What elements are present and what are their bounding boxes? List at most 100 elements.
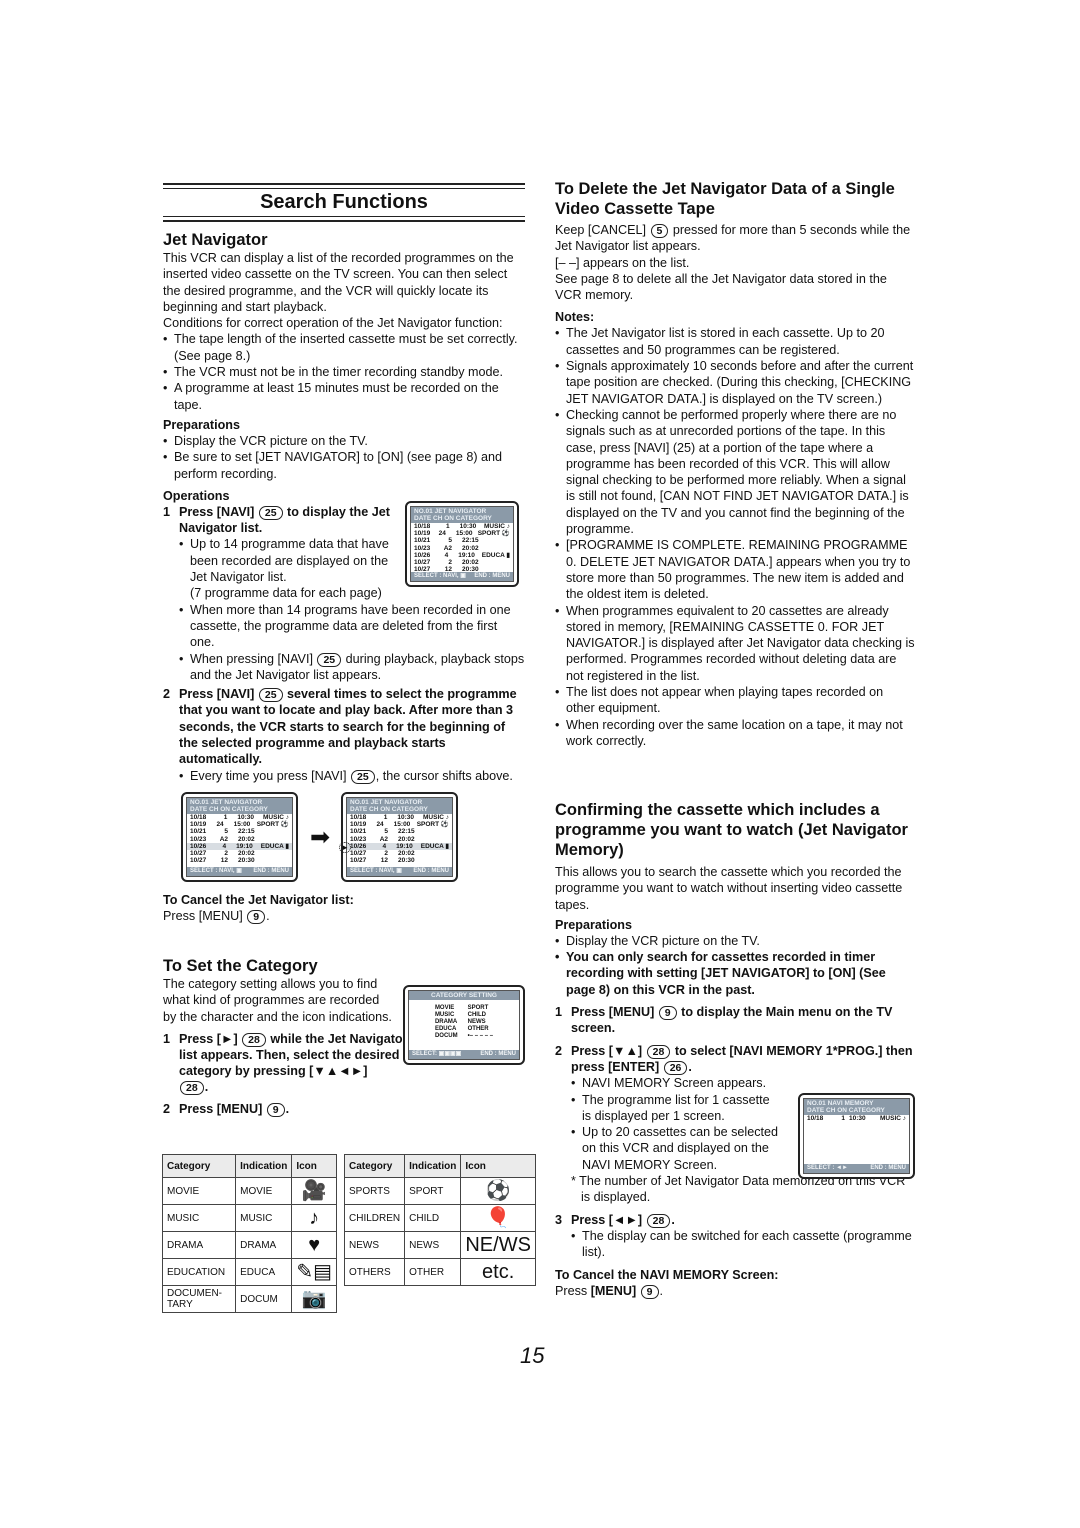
column-header: Indication: [235, 1154, 293, 1178]
category-options-left: MOVIE MUSIC DRAMA EDUCA DOCUM: [435, 1005, 458, 1040]
screen-row: 10/19 24 15:00 SPORT ⚽: [187, 821, 292, 828]
table-row: DOCUMEN-TARY DOCUM 📷: [161, 1285, 337, 1313]
row-time: 19:10: [396, 842, 413, 850]
preparation-item: Be sure to set [JET NAVIGATOR] to [ON] (…: [163, 449, 525, 482]
row-date: 10/19: [414, 530, 431, 538]
row-channel: A2: [219, 835, 228, 843]
category-icon: ♥: [291, 1231, 337, 1259]
screen-row: 10/19 24 15:00 SPORT ⚽: [411, 530, 513, 537]
step-note: (7 programme data for each page): [190, 586, 382, 601]
tv-screen-after: NO.01 JET NAVIGATOR DATE CH ON CATEGORY …: [341, 792, 458, 882]
screen-columns: DATE CH ON CATEGORY: [414, 515, 492, 522]
row-category: SPORT ⚽: [416, 821, 449, 829]
tv-screen-category-setting: CATEGORY SETTING MOVIE MUSIC DRAMA EDUCA…: [403, 985, 525, 1065]
delete-result: [– –] appears on the list.: [555, 255, 690, 270]
cancel-heading: To Cancel the Jet Navigator list:: [163, 893, 354, 907]
category-cell: OTHERS: [343, 1258, 406, 1286]
category-icon: 📷: [291, 1285, 337, 1313]
screen-header: NO.01 JET NAVIGATOR DATE CH ON CATEGORY: [187, 798, 292, 814]
button-ref-badge: 9: [658, 1006, 677, 1021]
notes-heading: Notes:: [555, 310, 595, 325]
note-item: Signals approximately 10 seconds before …: [555, 358, 915, 407]
condition-item: A programme at least 15 minutes must be …: [163, 380, 525, 413]
step-text: Press [MENU]: [571, 1005, 655, 1020]
button-ref-badge: 25: [258, 505, 283, 520]
condition-item: The VCR must not be in the timer recordi…: [163, 364, 525, 381]
page-number: 15: [520, 1343, 545, 1368]
title-rule-top-thin: [163, 188, 525, 189]
screen-row: 10/27 2 20:02: [411, 559, 513, 566]
footer-select: SELECT : NAVI, ▣: [190, 868, 242, 874]
category-options: MOVIE MUSIC DRAMA EDUCA DOCUM SPORT CHIL…: [409, 1000, 519, 1040]
row-date: 10/19: [190, 821, 207, 829]
screen-columns: DATE CH ON CATEGORY: [807, 1107, 885, 1114]
bullet-text: When pressing [NAVI]: [190, 651, 313, 666]
note-item: When recording over the same location on…: [555, 717, 915, 750]
row-category: [264, 828, 289, 835]
footer-select: SELECT : NAVI, ▣: [350, 868, 402, 874]
category-cell: NEWS: [343, 1231, 406, 1259]
step-text: Press [►]: [179, 1031, 238, 1046]
screen-footer: SELECT : NAVI, ▣ END : MENU: [347, 867, 452, 876]
screen-footer: SELECT : NAVI, ▣ END : MENU: [411, 572, 513, 581]
screen-row: 10/26 4 19:10 EDUCA ▮: [187, 842, 292, 851]
indication-cell: CHILD: [404, 1204, 462, 1232]
category-option: OTHER: [467, 1026, 489, 1032]
row-channel: 2: [448, 559, 452, 567]
step-text: Press [NAVI]: [179, 504, 255, 519]
step-text: Press [◄►]: [571, 1212, 643, 1227]
row-channel: 24: [438, 530, 446, 538]
category-table-right: Category Indication Icon SPORTS SPORT ⚽ CHI…: [343, 1154, 536, 1286]
row-date: 10/27: [350, 850, 367, 858]
row-date: 10/27: [414, 559, 431, 567]
row-time: 20:30: [238, 857, 255, 865]
screen-row: 10/18 1 10:30 MUSIC ♪: [804, 1115, 909, 1122]
indication-cell: NEWS: [404, 1231, 462, 1259]
table-row: OTHERS OTHER etc.: [343, 1258, 536, 1286]
footer-select: SELECT : ◄►: [807, 1165, 848, 1171]
category-cell: SPORTS: [343, 1177, 406, 1205]
step-bullet: The display can be switched for each cas…: [571, 1228, 917, 1261]
note-item: [PROGRAMME IS COMPLETE. REMAINING PROGRA…: [555, 537, 915, 602]
row-channel: 1: [383, 814, 388, 821]
note-item: Checking cannot be performed properly wh…: [555, 407, 915, 537]
row-date: 10/27: [350, 857, 367, 865]
row-channel: 4: [382, 842, 387, 850]
row-channel: 24: [216, 821, 224, 829]
row-category: EDUCA ▮: [420, 842, 449, 850]
category-option: SPORT: [467, 1005, 489, 1011]
category-cell: EDUCATION: [161, 1258, 237, 1286]
memory-intro: This allows you to search the cassette w…: [555, 865, 903, 912]
footer-end: END : MENU: [870, 1165, 906, 1171]
row-channel: 5: [448, 537, 452, 545]
step-bullet: NAVI MEMORY Screen appears.: [571, 1075, 780, 1092]
row-date: 10/21: [414, 537, 431, 545]
row-time: 10:30: [849, 1115, 866, 1122]
row-channel: A2: [443, 544, 452, 552]
row-channel: 1: [223, 814, 228, 821]
row-category: [264, 857, 289, 864]
row-category: [488, 559, 510, 566]
jet-navigator-intro: This VCR can display a list of the recor…: [163, 251, 514, 314]
table-row: CHILDREN CHILD 🎈: [343, 1204, 536, 1232]
note-item: When programmes equivalent to 20 cassett…: [555, 603, 915, 684]
step-1: 1 Press [MENU] 9 to display the Main menu…: [555, 1004, 917, 1037]
button-ref-badge: 9: [640, 1284, 659, 1299]
preparations-heading: Preparations: [163, 417, 240, 432]
row-category: SPORT ⚽: [256, 821, 289, 829]
button-ref-badge: 25: [351, 769, 375, 784]
step-1-cont: 28.: [163, 1079, 525, 1095]
cancel-text: Press [MENU] 9.: [555, 1283, 664, 1299]
delete-section: To Delete the Jet Navigator Data of a Si…: [555, 179, 915, 749]
row-time: 19:10: [458, 551, 475, 559]
screen-header: NO.01 JET NAVIGATOR DATE CH ON CATEGORY: [347, 798, 452, 814]
footer-end: END : MENU: [474, 573, 510, 579]
indication-cell: DRAMA: [235, 1231, 293, 1259]
step-2: 2 Press [MENU] 9.: [163, 1102, 290, 1118]
button-ref-badge: 25: [258, 688, 283, 703]
cancel-jet-navigator: To Cancel the Jet Navigator list: Press …: [163, 892, 525, 924]
row-date: 10/26: [414, 551, 431, 559]
instruction-text: Keep [CANCEL]: [555, 223, 646, 237]
table-row: DRAMA DRAMA ♥: [161, 1231, 337, 1259]
table-row: NEWS NEWS NE/WS: [343, 1231, 536, 1259]
